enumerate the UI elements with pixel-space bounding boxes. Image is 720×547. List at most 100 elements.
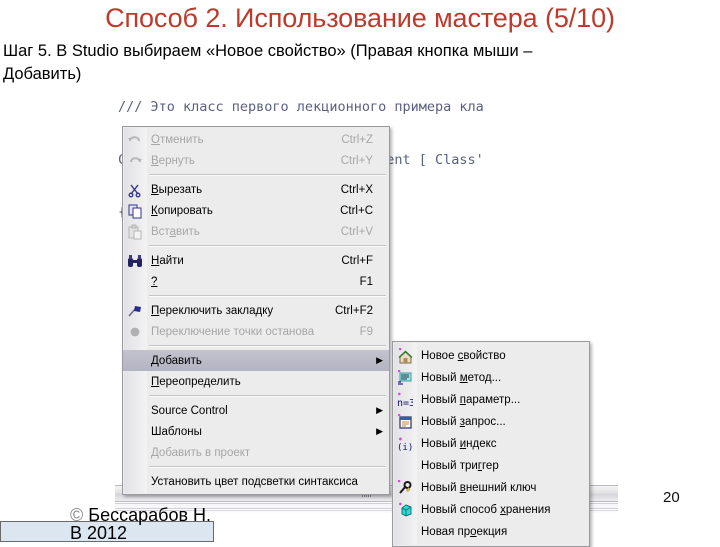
submenu-item-label: Новый метод... <box>421 372 502 384</box>
chevron-right-icon: ▶ <box>376 426 383 436</box>
binoculars-icon <box>123 250 147 271</box>
no-icon <box>123 471 147 492</box>
menu-separator <box>149 295 386 297</box>
submenu-item-new-foreign-key[interactable]: Новый внешний ключ <box>393 477 589 499</box>
code-line-1: /// Это класс первого лекционного пример… <box>118 99 484 115</box>
menu-separator <box>149 174 386 176</box>
menu-item-templates[interactable]: Шаблоны ▶ <box>123 421 389 442</box>
step-text-line-2: Добавить) <box>3 65 82 83</box>
new-query-icon <box>393 412 417 433</box>
footer-year: В 2012 <box>70 523 128 543</box>
submenu-item-label: Новый способ хранения <box>421 504 551 516</box>
menu-separator <box>149 245 386 247</box>
menu-item-label: Шаблоны <box>151 425 202 438</box>
no-icon <box>123 442 147 463</box>
bookmark-flag-icon <box>123 300 147 321</box>
menu-item-toggle-breakpoint[interactable]: Переключение точки останова F9 <box>123 321 389 342</box>
menu-item-add[interactable]: Добавить ▶ <box>123 350 389 371</box>
menu-item-label: Вырезать <box>151 183 203 196</box>
new-parameter-icon: n=3 <box>393 390 417 411</box>
submenu-item-label: Новый внешний ключ <box>421 482 537 494</box>
submenu-item-label: Новый параметр... <box>421 394 521 406</box>
paste-icon <box>123 221 147 242</box>
new-storage-icon <box>393 500 417 521</box>
svg-text:(i): (i) <box>397 443 413 452</box>
submenu-item-new-parameter[interactable]: n=3 Новый параметр... <box>393 389 589 411</box>
menu-item-find[interactable]: Найти Ctrl+F <box>123 250 389 271</box>
menu-item-undo[interactable]: Отменить Ctrl+Z <box>123 129 389 150</box>
menu-item-shortcut: F1 <box>359 275 373 288</box>
no-icon <box>393 522 417 543</box>
submenu-item-new-index[interactable]: (i) Новый индекс <box>393 433 589 455</box>
submenu-item-label: Новое свойство <box>421 350 506 362</box>
submenu-item-label: Новая проекция <box>421 526 508 538</box>
copyright-icon: © <box>70 505 84 525</box>
new-foreign-key-icon <box>393 478 417 499</box>
submenu-item-label: Новый триггер <box>421 460 499 472</box>
no-icon <box>393 456 417 477</box>
new-method-icon <box>393 368 417 389</box>
menu-item-add-to-project[interactable]: Добавить в проект <box>123 442 389 463</box>
no-icon <box>123 271 147 292</box>
menu-item-shortcut: Ctrl+X <box>340 183 373 196</box>
menu-separator <box>149 466 386 468</box>
menu-item-shortcut: F9 <box>359 325 373 338</box>
svg-text:n=3: n=3 <box>397 398 413 408</box>
new-property-icon <box>393 346 417 367</box>
submenu-item-new-method[interactable]: Новый метод... <box>393 367 589 389</box>
menu-item-shortcut: Ctrl+C <box>340 204 373 217</box>
menu-item-label: Переключить закладку <box>151 304 274 317</box>
submenu-item-new-property[interactable]: Новое свойство <box>393 345 589 367</box>
scissors-icon <box>123 179 147 200</box>
menu-item-label: Вернуть <box>151 154 195 167</box>
menu-item-override[interactable]: Переопределить <box>123 371 389 392</box>
submenu-item-new-query[interactable]: Новый запрос... <box>393 411 589 433</box>
submenu-item-new-storage[interactable]: Новый способ хранения <box>393 499 589 521</box>
menu-item-label: Source Control <box>151 404 228 417</box>
menu-item-shortcut: Ctrl+Y <box>340 154 373 167</box>
menu-item-toggle-bookmark[interactable]: Переключить закладку Ctrl+F2 <box>123 300 389 321</box>
add-submenu[interactable]: Новое свойство Новый метод... n=3 Новый … <box>392 341 590 547</box>
menu-item-shortcut: Ctrl+V <box>340 225 373 238</box>
menu-item-label: Копировать <box>151 204 213 217</box>
menu-item-source-control[interactable]: Source Control ▶ <box>123 400 389 421</box>
slide-number: 20 <box>663 489 680 506</box>
no-icon <box>123 350 147 371</box>
menu-item-shortcut: Ctrl+F2 <box>334 304 373 317</box>
submenu-item-label: Новый индекс <box>421 438 497 450</box>
menu-item-label: Найти <box>151 254 184 267</box>
menu-item-label: Вставить <box>151 225 200 238</box>
menu-item-cut[interactable]: Вырезать Ctrl+X <box>123 179 389 200</box>
menu-item-label: Переопределить <box>151 375 241 388</box>
menu-item-set-syntax-highlight-color[interactable]: Установить цвет подсветки синтаксиса <box>123 471 389 492</box>
menu-item-label: ? <box>151 275 158 288</box>
no-icon <box>123 371 147 392</box>
page-title: Способ 2. Использование мастера (5/10) <box>105 3 615 33</box>
chevron-right-icon: ▶ <box>376 355 383 365</box>
breakpoint-dot-icon <box>123 321 147 342</box>
menu-item-copy[interactable]: Копировать Ctrl+C <box>123 200 389 221</box>
chevron-right-icon: ▶ <box>376 405 383 415</box>
no-icon <box>123 421 147 442</box>
menu-item-shortcut: Ctrl+Z <box>341 133 373 146</box>
menu-separator <box>149 345 386 347</box>
redo-icon <box>123 150 147 171</box>
copy-icon <box>123 200 147 221</box>
context-menu[interactable]: Отменить Ctrl+Z Вернуть Ctrl+Y Вырезать … <box>122 126 390 495</box>
no-icon <box>123 400 147 421</box>
submenu-item-label: Новый запрос... <box>421 416 506 428</box>
menu-item-label: Добавить <box>151 354 202 367</box>
menu-item-shortcut: Ctrl+F <box>341 254 373 267</box>
menu-item-redo[interactable]: Вернуть Ctrl+Y <box>123 150 389 171</box>
menu-item-help[interactable]: ? F1 <box>123 271 389 292</box>
menu-separator <box>149 395 386 397</box>
footer-author: Бессарабов Н. <box>88 505 212 525</box>
submenu-item-new-trigger[interactable]: Новый триггер <box>393 455 589 477</box>
menu-item-label: Переключение точки останова <box>151 325 315 338</box>
step-text-line-1: Шаг 5. В Studio выбираем «Новое свойство… <box>3 42 533 60</box>
menu-item-label: Добавить в проект <box>151 446 251 459</box>
new-index-icon: (i) <box>393 434 417 455</box>
menu-item-label: Установить цвет подсветки синтаксиса <box>151 475 358 488</box>
undo-icon <box>123 129 147 150</box>
menu-item-paste[interactable]: Вставить Ctrl+V <box>123 221 389 242</box>
